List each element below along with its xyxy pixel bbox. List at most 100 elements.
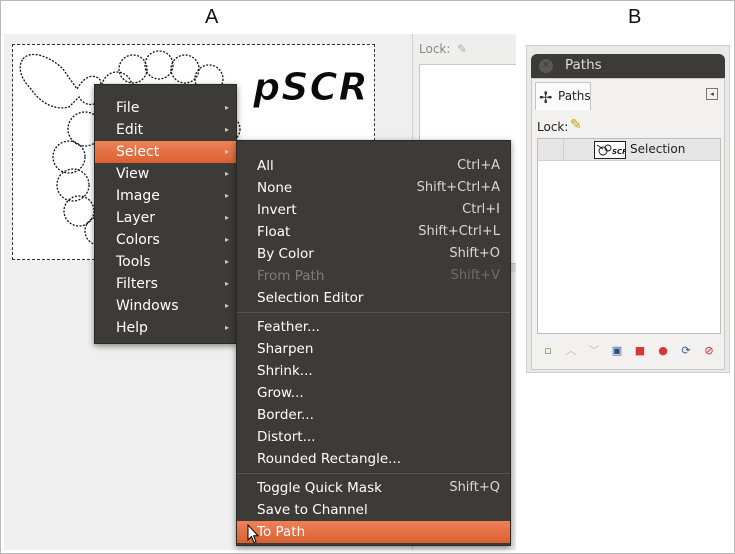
new-path-icon[interactable]: ▫ xyxy=(541,344,555,358)
menu-separator xyxy=(237,312,510,313)
menu-item-image[interactable]: Image ▸ xyxy=(95,185,236,207)
submenu-arrow-icon: ▸ xyxy=(224,213,229,222)
submenu-arrow-icon: ▸ xyxy=(224,301,229,310)
submenu-arrow-icon: ▸ xyxy=(224,323,229,332)
lock-icon[interactable]: ✎ xyxy=(457,42,467,56)
lock-label: Lock: xyxy=(419,42,451,56)
tab-paths[interactable]: ✢ Paths xyxy=(535,82,591,110)
menu-item-label: To Path xyxy=(257,524,306,540)
close-icon[interactable]: ✕ xyxy=(539,59,553,73)
select-submenu: All Ctrl+A None Shift+Ctrl+A Invert Ctrl+I Flo… xyxy=(236,140,511,546)
menu-item-file[interactable]: File ▸ xyxy=(95,97,236,119)
delete-path-icon[interactable]: ⊘ xyxy=(702,344,716,358)
lock-label: Lock: xyxy=(537,120,569,134)
menu-item-label: Toggle Quick Mask xyxy=(257,480,382,496)
paths-icon: ✢ xyxy=(539,88,553,107)
image-text-pscr: pSCR xyxy=(253,65,369,110)
select-menu-item-shrink[interactable]: Shrink... xyxy=(237,360,510,382)
menu-item-tools[interactable]: Tools ▸ xyxy=(95,251,236,273)
menu-item-label: Windows xyxy=(116,298,179,314)
shortcut-label: Shift+Ctrl+A xyxy=(416,180,500,195)
submenu-arrow-icon: ▸ xyxy=(224,147,229,156)
select-menu-item-invert[interactable]: Invert Ctrl+I xyxy=(237,199,510,221)
dock-titlebar[interactable]: ✕ Paths xyxy=(531,54,725,78)
select-menu-item-selection-editor[interactable]: Selection Editor xyxy=(237,287,510,309)
select-menu-item-none[interactable]: None Shift+Ctrl+A xyxy=(237,177,510,199)
menu-item-label: Invert xyxy=(257,202,297,218)
menu-item-label: Save to Channel xyxy=(257,502,368,518)
select-menu-item-to-path[interactable]: To Path xyxy=(237,521,510,543)
paint-along-path-icon[interactable]: ⟳ xyxy=(679,344,693,358)
path-thumbnail: SCR xyxy=(594,141,626,159)
menu-item-label: None xyxy=(257,180,293,196)
panel-label-b: B xyxy=(628,6,642,28)
menu-item-label: Feather... xyxy=(257,319,320,335)
dock-title: Paths xyxy=(565,57,602,73)
select-menu-item-grow[interactable]: Grow... xyxy=(237,382,510,404)
menu-item-edit[interactable]: Edit ▸ xyxy=(95,119,236,141)
menu-separator xyxy=(237,473,510,474)
submenu-arrow-icon: ▸ xyxy=(224,125,229,134)
menu-item-layer[interactable]: Layer ▸ xyxy=(95,207,236,229)
submenu-arrow-icon: ▸ xyxy=(224,279,229,288)
menu-item-label: Image xyxy=(116,188,160,204)
submenu-arrow-icon: ▸ xyxy=(224,235,229,244)
menu-item-label: Edit xyxy=(116,122,144,138)
menu-item-select[interactable]: Select ▸ xyxy=(95,141,236,163)
path-to-selection-icon[interactable]: ■ xyxy=(633,344,647,358)
select-menu-item-distort[interactable]: Distort... xyxy=(237,426,510,448)
dock-menu-button[interactable]: ◂ xyxy=(706,88,718,100)
submenu-arrow-icon: ▸ xyxy=(224,169,229,178)
shortcut-label: Shift+V xyxy=(450,268,500,283)
menu-item-filters[interactable]: Filters ▸ xyxy=(95,273,236,295)
svg-text:SCR: SCR xyxy=(612,148,626,156)
menu-item-label: File xyxy=(116,100,140,116)
select-menu-item-by-color[interactable]: By Color Shift+O xyxy=(237,243,510,265)
menu-item-label: Sharpen xyxy=(257,341,314,357)
path-name: Selection xyxy=(630,142,686,156)
visibility-toggle[interactable] xyxy=(538,139,564,161)
menu-item-label: Filters xyxy=(116,276,158,292)
menu-item-label: Grow... xyxy=(257,385,304,401)
menu-item-label: Shrink... xyxy=(257,363,313,379)
tab-paths-label: Paths xyxy=(558,89,591,103)
select-menu-item-sharpen[interactable]: Sharpen xyxy=(237,338,510,360)
paths-list[interactable]: SCR Selection xyxy=(537,138,721,334)
submenu-arrow-icon: ▸ xyxy=(224,103,229,112)
select-menu-item-float[interactable]: Float Shift+Ctrl+L xyxy=(237,221,510,243)
menu-item-colors[interactable]: Colors ▸ xyxy=(95,229,236,251)
submenu-arrow-icon: ▸ xyxy=(224,191,229,200)
menu-item-label: Distort... xyxy=(257,429,316,445)
dock-body: ✢ Paths ◂ Lock: ✎ SCR Sel xyxy=(531,78,725,370)
menu-item-label: Selection Editor xyxy=(257,290,364,306)
raise-path-icon[interactable]: ︿ xyxy=(564,344,578,358)
duplicate-path-icon[interactable]: ▣ xyxy=(610,344,624,358)
select-menu-item-rounded-rectangle[interactable]: Rounded Rectangle... xyxy=(237,448,510,470)
select-menu-item-border[interactable]: Border... xyxy=(237,404,510,426)
shortcut-label: Shift+O xyxy=(449,246,500,261)
menu-item-view[interactable]: View ▸ xyxy=(95,163,236,185)
menu-item-label: Float xyxy=(257,224,291,240)
select-menu-item-all[interactable]: All Ctrl+A xyxy=(237,155,510,177)
menu-item-windows[interactable]: Windows ▸ xyxy=(95,295,236,317)
lock-strokes-icon[interactable]: ✎ xyxy=(570,117,582,133)
select-menu-item-feather[interactable]: Feather... xyxy=(237,316,510,338)
menu-item-label: By Color xyxy=(257,246,314,262)
lower-path-icon[interactable]: ﹀ xyxy=(587,344,601,358)
selection-to-path-icon[interactable]: ● xyxy=(656,344,670,358)
select-menu-item-from-path: From Path Shift+V xyxy=(237,265,510,287)
paths-dock: ✕ Paths ✢ Paths ◂ Lock: ✎ SCR xyxy=(526,45,730,373)
paths-toolbar: ▫ ︿ ﹀ ▣ ■ ● ⟳ ⊘ xyxy=(537,341,721,363)
select-menu-item-save-to-channel[interactable]: Save to Channel xyxy=(237,499,510,521)
path-row-selection[interactable]: SCR Selection xyxy=(538,139,720,161)
submenu-arrow-icon: ▸ xyxy=(224,257,229,266)
menu-item-label: Border... xyxy=(257,407,314,423)
menu-item-help[interactable]: Help ▸ xyxy=(95,317,236,339)
panel-label-a: A xyxy=(205,6,219,28)
select-menu-item-toggle-quick-mask[interactable]: Toggle Quick Mask Shift+Q xyxy=(237,477,510,499)
menu-item-label: Colors xyxy=(116,232,160,248)
shortcut-label: Ctrl+A xyxy=(457,158,500,173)
menu-item-label: Select xyxy=(116,144,160,160)
shortcut-label: Ctrl+I xyxy=(462,202,500,217)
menu-item-label: From Path xyxy=(257,268,325,284)
